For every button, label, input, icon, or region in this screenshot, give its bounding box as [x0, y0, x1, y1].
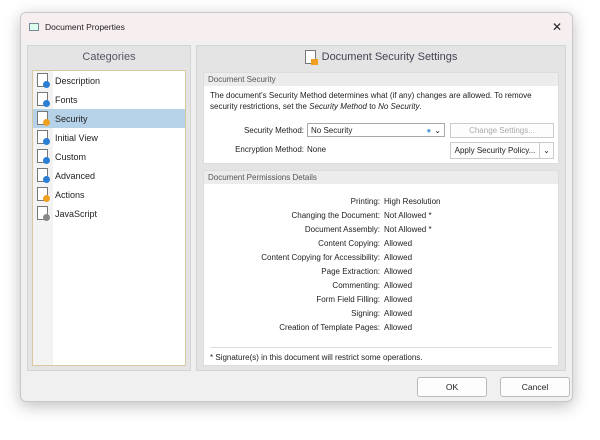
permission-value: Allowed: [384, 323, 413, 332]
permission-label: Content Copying for Accessibility:: [261, 253, 380, 262]
categories-panel: Categories Description Fonts Security Initi…: [27, 45, 191, 371]
category-item-initial-view[interactable]: Initial View: [33, 128, 185, 147]
category-label: Security: [55, 113, 88, 124]
category-item-custom[interactable]: Custom: [33, 147, 185, 166]
category-item-advanced[interactable]: Advanced: [33, 166, 185, 185]
permission-row: Creation of Template Pages: Allowed: [204, 323, 558, 332]
change-settings-button[interactable]: Change Settings...: [450, 123, 554, 138]
permission-row: Page Extraction: Allowed: [204, 267, 558, 276]
security-method-label: Security Method:: [243, 125, 304, 135]
permission-label: Printing:: [350, 197, 380, 206]
permission-value: Not Allowed *: [384, 225, 432, 234]
document-icon: [37, 149, 50, 164]
group-title: Document Permissions Details: [204, 171, 558, 184]
permission-row: Printing: High Resolution: [204, 197, 558, 206]
permissions-group: Document Permissions Details Printing: Hi…: [203, 170, 559, 366]
category-item-security[interactable]: Security: [33, 109, 185, 128]
app-icon: [29, 23, 39, 31]
category-item-description[interactable]: Description: [33, 71, 185, 90]
permission-label: Page Extraction:: [321, 267, 380, 276]
permission-value: Allowed: [384, 309, 413, 318]
permission-value: Allowed: [384, 295, 413, 304]
document-icon: [37, 92, 50, 107]
group-title: Document Security: [204, 73, 558, 86]
cancel-button[interactable]: Cancel: [500, 377, 570, 397]
signature-note: * Signature(s) in this document will res…: [210, 347, 552, 362]
permission-label: Signing:: [351, 309, 380, 318]
categories-title: Categories: [82, 51, 136, 63]
permission-value: Allowed: [384, 253, 413, 262]
category-label: Description: [55, 75, 101, 86]
permission-value: Allowed: [384, 267, 413, 276]
permission-value: Allowed: [384, 281, 413, 290]
permission-row: Signing: Allowed: [204, 309, 558, 318]
permission-label: Form Field Filling:: [316, 295, 380, 304]
document-lock-icon: [304, 50, 318, 65]
permission-value: High Resolution: [384, 197, 441, 206]
ok-button[interactable]: OK: [417, 377, 487, 397]
chevron-down-icon[interactable]: ⌄: [540, 142, 554, 159]
permission-value: Allowed: [384, 239, 413, 248]
chevron-down-icon: ⌄: [434, 125, 441, 135]
permission-row: Content Copying for Accessibility: Allowe…: [204, 253, 558, 262]
title-bar: Document Properties ✕: [21, 13, 572, 41]
category-label: Advanced: [55, 170, 96, 181]
security-description: The document's Security Method determine…: [210, 91, 532, 111]
permission-row: Document Assembly: Not Allowed *: [204, 225, 558, 234]
categories-list: Description Fonts Security Initial View Cust…: [32, 70, 186, 366]
info-icon[interactable]: ●: [426, 126, 431, 135]
document-security-group: Document Security The document's Securit…: [203, 72, 559, 164]
close-button[interactable]: ✕: [552, 20, 562, 34]
permission-row: Content Copying: Allowed: [204, 239, 558, 248]
category-item-javascript[interactable]: JavaScript: [33, 204, 185, 223]
permission-row: Commenting: Allowed: [204, 281, 558, 290]
permission-label: Content Copying:: [318, 239, 380, 248]
document-icon: [37, 130, 50, 145]
category-item-actions[interactable]: Actions: [33, 185, 185, 204]
permission-label: Changing the Document:: [291, 211, 381, 220]
permission-label: Creation of Template Pages:: [279, 323, 380, 332]
category-label: Fonts: [55, 94, 78, 105]
encryption-method-label: Encryption Method:: [235, 145, 304, 154]
document-icon: [37, 187, 50, 202]
permission-label: Document Assembly:: [304, 225, 380, 234]
document-icon: [37, 206, 50, 221]
panel-title: Document Security Settings: [321, 51, 458, 63]
document-icon: [37, 168, 50, 183]
category-label: Initial View: [55, 132, 98, 143]
window-title: Document Properties: [45, 22, 125, 32]
permission-row: Form Field Filling: Allowed: [204, 295, 558, 304]
category-item-fonts[interactable]: Fonts: [33, 90, 185, 109]
settings-panel: Document Security Settings Document Secu…: [196, 45, 566, 371]
permission-row: Changing the Document: Not Allowed *: [204, 211, 558, 220]
permission-label: Commenting:: [332, 281, 380, 290]
category-label: JavaScript: [55, 208, 98, 219]
document-icon: [37, 73, 50, 88]
category-label: Custom: [55, 151, 87, 162]
encryption-method-value: None: [307, 145, 327, 154]
security-method-select[interactable]: No Security ● ⌄: [307, 123, 445, 137]
document-icon: [37, 111, 50, 126]
category-label: Actions: [55, 189, 85, 200]
apply-security-policy-button[interactable]: Apply Security Policy...: [450, 142, 540, 159]
document-properties-dialog: Document Properties ✕ Categories Descrip…: [20, 12, 573, 402]
panel-header: Document Security Settings: [197, 46, 565, 68]
permission-value: Not Allowed *: [384, 211, 432, 220]
apply-security-policy-split-button: Apply Security Policy... ⌄: [450, 142, 554, 159]
